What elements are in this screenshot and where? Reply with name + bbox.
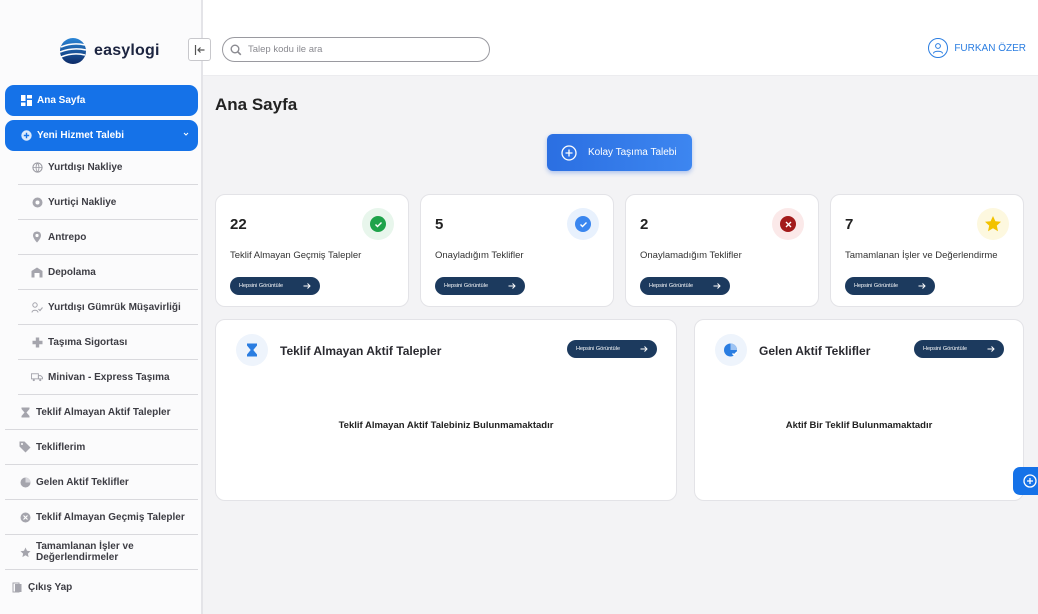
sidebar-item-new-request[interactable]: Yeni Hizmet Talebi — [5, 120, 198, 151]
plus-circle-icon — [561, 144, 577, 161]
button-label: Kolay Taşıma Talebi — [588, 147, 677, 158]
panel-title: Gelen Aktif Teklifler — [759, 344, 871, 358]
check-icon — [362, 208, 394, 240]
arrow-right-icon — [303, 283, 311, 289]
arrow-right-icon — [508, 283, 516, 289]
view-all-button[interactable]: Hepsini Görüntüle — [914, 340, 1004, 358]
panel-title: Teklif Almayan Aktif Talepler — [280, 344, 442, 358]
sidebar-subitem-bonded-warehouse[interactable]: Antrepo — [18, 220, 198, 255]
sidebar-item-past-requests[interactable]: Teklif Almayan Geçmiş Talepler — [5, 500, 198, 535]
stat-label: Tamamlanan İşler ve Değerlendirme — [845, 250, 998, 261]
arrow-right-icon — [640, 346, 648, 352]
sidebar-item-active-requests[interactable]: Teklif Almayan Aktif Talepler — [5, 395, 198, 430]
sidebar-item-incoming-offers[interactable]: Gelen Aktif Teklifler — [5, 465, 198, 500]
sidebar-subitem-domestic-shipping[interactable]: Yurtiçi Nakliye — [18, 185, 198, 220]
stat-value: 22 — [230, 216, 247, 233]
sidebar-subitem-insurance[interactable]: Taşıma Sigortası — [18, 325, 198, 360]
sidebar-item-logout[interactable]: Çıkış Yap — [5, 570, 198, 605]
sidebar-item-label: Ana Sayfa — [37, 95, 86, 106]
sidebar-item-label: Yeni Hizmet Talebi — [37, 130, 125, 141]
user-menu[interactable]: FURKAN ÖZER — [928, 38, 1026, 58]
star-icon — [19, 546, 31, 558]
close-icon — [772, 208, 804, 240]
check-icon — [567, 208, 599, 240]
hourglass-icon — [19, 406, 31, 418]
sidebar-subitem-customs[interactable]: Yurtdışı Gümrük Müşavirliği — [18, 290, 198, 325]
stat-card-completed: 7 Tamamlanan İşler ve Değerlendirme Heps… — [830, 194, 1024, 307]
view-all-button[interactable]: Hepsini Görüntüle — [640, 277, 730, 295]
brand-logo[interactable]: easylogi — [58, 36, 160, 66]
panel-incoming-offers: Gelen Aktif Teklifler Hepsini Görüntüle … — [694, 319, 1024, 501]
sidebar: easylogi Ana Sayfa Yeni Hizmet Talebi Yu… — [0, 0, 203, 614]
panel-active-requests: Teklif Almayan Aktif Talepler Hepsini Gö… — [215, 319, 677, 501]
truck-icon — [31, 371, 43, 383]
page-title: Ana Sayfa — [215, 95, 298, 114]
arrow-right-icon — [918, 283, 926, 289]
cross-plus-icon — [31, 336, 43, 348]
customs-icon — [31, 301, 43, 313]
x-circle-icon — [19, 511, 31, 523]
top-bar: FURKAN ÖZER — [203, 0, 1038, 76]
logout-icon — [11, 582, 23, 594]
stat-label: Onaylamadığım Teklifler — [640, 250, 742, 261]
stat-card-past-requests: 22 Teklif Almayan Geçmiş Talepler Hepsin… — [215, 194, 409, 307]
map-pin-icon — [31, 231, 43, 243]
stat-label: Teklif Almayan Geçmiş Talepler — [230, 250, 362, 261]
sidebar-subitem-minivan[interactable]: Minivan - Express Taşıma — [18, 360, 198, 395]
stat-card-rejected-offers: 2 Onaylamadığım Teklifler Hepsini Görünt… — [625, 194, 819, 307]
floating-add-button[interactable] — [1013, 467, 1038, 495]
arrow-right-icon — [987, 346, 995, 352]
sidebar-subitem-storage[interactable]: Depolama — [18, 255, 198, 290]
star-icon — [977, 208, 1009, 240]
stat-value: 2 — [640, 216, 649, 233]
sidebar-item-completed[interactable]: Tamamlanan İşler ve Değerlendirmeler — [5, 535, 198, 570]
empty-state-message: Teklif Almayan Aktif Talebiniz Bulunmama… — [338, 420, 554, 431]
search-icon — [230, 44, 242, 55]
easy-transport-request-button[interactable]: Kolay Taşıma Talebi — [547, 134, 692, 171]
location-circle-icon — [31, 196, 43, 208]
sidebar-collapse-button[interactable] — [188, 38, 211, 61]
user-name: FURKAN ÖZER — [954, 42, 1026, 54]
empty-state-message: Aktif Bir Teklif Bulunmamaktadır — [785, 420, 933, 431]
view-all-button[interactable]: Hepsini Görüntüle — [230, 277, 320, 295]
warehouse-icon — [31, 266, 43, 278]
hourglass-icon — [236, 334, 268, 366]
brand-name: easylogi — [94, 42, 160, 59]
search-box[interactable] — [222, 37, 490, 62]
collapse-left-icon — [194, 44, 204, 55]
view-all-button[interactable]: Hepsini Görüntüle — [435, 277, 525, 295]
tag-icon — [19, 441, 31, 453]
stat-label: Onayladığım Teklifler — [435, 250, 524, 261]
user-avatar-icon — [928, 38, 949, 58]
globe-icon — [31, 161, 43, 173]
stat-value: 5 — [435, 216, 444, 233]
plus-circle-icon — [20, 130, 32, 142]
dashboard-icon — [20, 95, 32, 107]
stat-card-approved-offers: 5 Onayladığım Teklifler Hepsini Görüntül… — [420, 194, 614, 307]
globe-logo-icon — [59, 38, 87, 64]
sidebar-item-home[interactable]: Ana Sayfa — [5, 85, 198, 116]
view-all-button[interactable]: Hepsini Görüntüle — [567, 340, 657, 358]
chevron-down-icon — [183, 132, 189, 136]
search-input[interactable] — [248, 44, 468, 55]
arrow-right-icon — [713, 283, 721, 289]
pie-chart-icon — [715, 334, 747, 366]
view-all-button[interactable]: Hepsini Görüntüle — [845, 277, 935, 295]
sidebar-subitem-international-shipping[interactable]: Yurtdışı Nakliye — [18, 150, 198, 185]
stat-value: 7 — [845, 216, 854, 233]
sidebar-item-my-offers[interactable]: Tekliflerim — [5, 430, 198, 465]
plus-circle-icon — [1023, 474, 1037, 488]
pie-chart-icon — [19, 476, 31, 488]
